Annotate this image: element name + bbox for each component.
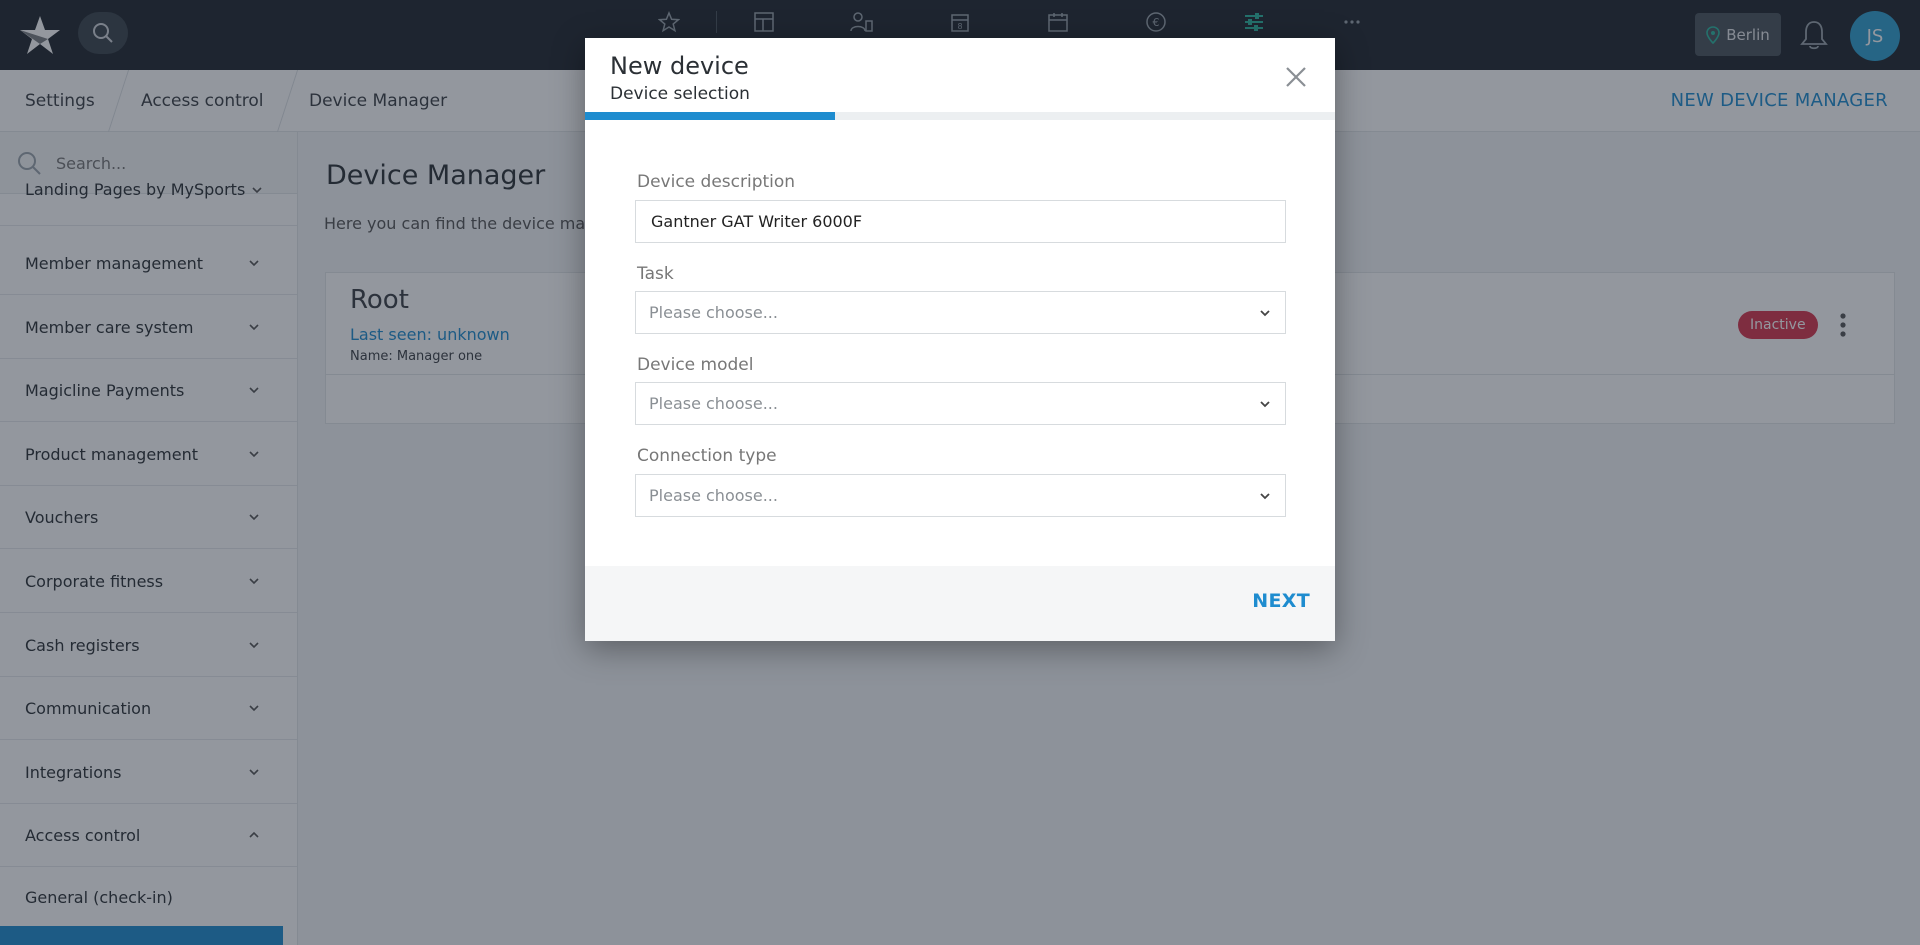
device-model-placeholder: Please choose...: [649, 394, 778, 413]
modal-title: New device: [610, 52, 749, 80]
chevron-down-icon: [1260, 310, 1270, 317]
modal-subtitle: Device selection: [610, 84, 750, 104]
task-select[interactable]: Please choose...: [635, 291, 1286, 334]
task-label: Task: [637, 264, 674, 284]
next-button[interactable]: NEXT: [1252, 590, 1310, 612]
connection-type-placeholder: Please choose...: [649, 486, 778, 505]
close-icon[interactable]: [1283, 64, 1309, 90]
device-model-label: Device model: [637, 355, 754, 375]
device-description-field: [635, 200, 1286, 243]
chevron-down-icon: [1260, 493, 1270, 500]
step-progress-bar: [585, 112, 1335, 120]
task-placeholder: Please choose...: [649, 303, 778, 322]
device-description-input[interactable]: [636, 201, 1285, 242]
step-progress-fill: [585, 112, 835, 120]
connection-type-select[interactable]: Please choose...: [635, 474, 1286, 517]
device-description-label: Device description: [637, 172, 796, 192]
connection-type-label: Connection type: [637, 446, 777, 466]
chevron-down-icon: [1260, 401, 1270, 408]
device-model-select[interactable]: Please choose...: [635, 382, 1286, 425]
new-device-modal: New device Device selection Device descr…: [585, 38, 1335, 641]
modal-footer: NEXT: [585, 566, 1335, 641]
